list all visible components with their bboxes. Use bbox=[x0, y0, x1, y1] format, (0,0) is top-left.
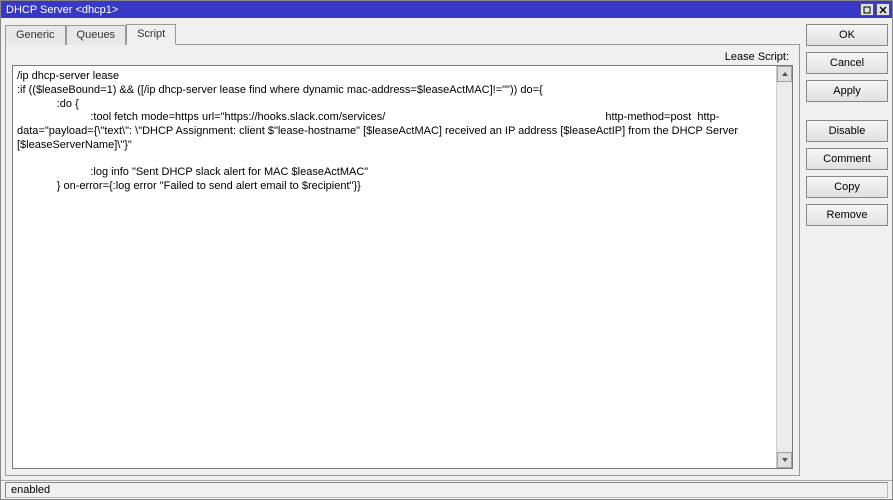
scroll-track[interactable] bbox=[777, 82, 792, 452]
chevron-up-icon bbox=[781, 71, 789, 77]
apply-button[interactable]: Apply bbox=[806, 80, 888, 102]
lease-script-field: /ip dhcp-server lease :if (($leaseBound=… bbox=[12, 65, 793, 469]
statusbar: enabled bbox=[1, 480, 892, 499]
lease-script-label: Lease Script: bbox=[725, 51, 789, 63]
tab-queues[interactable]: Queues bbox=[66, 25, 127, 45]
cancel-button[interactable]: Cancel bbox=[806, 52, 888, 74]
close-icon bbox=[879, 6, 887, 14]
dhcp-server-window: DHCP Server <dhcp1> Generic Queues Scrip… bbox=[0, 0, 893, 500]
tab-panel-script: Lease Script: /ip dhcp-server lease :if … bbox=[5, 44, 800, 476]
ok-button[interactable]: OK bbox=[806, 24, 888, 46]
scrollbar-vertical bbox=[776, 66, 792, 468]
window-title: DHCP Server <dhcp1> bbox=[6, 4, 860, 16]
scroll-up-button[interactable] bbox=[777, 66, 792, 82]
disable-button[interactable]: Disable bbox=[806, 120, 888, 142]
window-body: Generic Queues Script Lease Script: /ip … bbox=[1, 18, 892, 480]
lease-script-textarea[interactable]: /ip dhcp-server lease :if (($leaseBound=… bbox=[13, 66, 776, 468]
minimize-button[interactable] bbox=[860, 3, 874, 16]
scroll-down-button[interactable] bbox=[777, 452, 792, 468]
status-text: enabled bbox=[5, 482, 888, 498]
minimize-icon bbox=[863, 6, 871, 14]
lease-script-label-row: Lease Script: bbox=[12, 51, 793, 63]
titlebar: DHCP Server <dhcp1> bbox=[1, 1, 892, 18]
copy-button[interactable]: Copy bbox=[806, 176, 888, 198]
titlebar-buttons bbox=[860, 3, 890, 16]
chevron-down-icon bbox=[781, 457, 789, 463]
button-column: OK Cancel Apply Disable Comment Copy Rem… bbox=[806, 22, 888, 476]
tab-generic[interactable]: Generic bbox=[5, 25, 66, 45]
left-pane: Generic Queues Script Lease Script: /ip … bbox=[5, 22, 800, 476]
comment-button[interactable]: Comment bbox=[806, 148, 888, 170]
close-button[interactable] bbox=[876, 3, 890, 16]
tab-script[interactable]: Script bbox=[126, 24, 176, 45]
tabstrip: Generic Queues Script bbox=[5, 22, 800, 44]
remove-button[interactable]: Remove bbox=[806, 204, 888, 226]
